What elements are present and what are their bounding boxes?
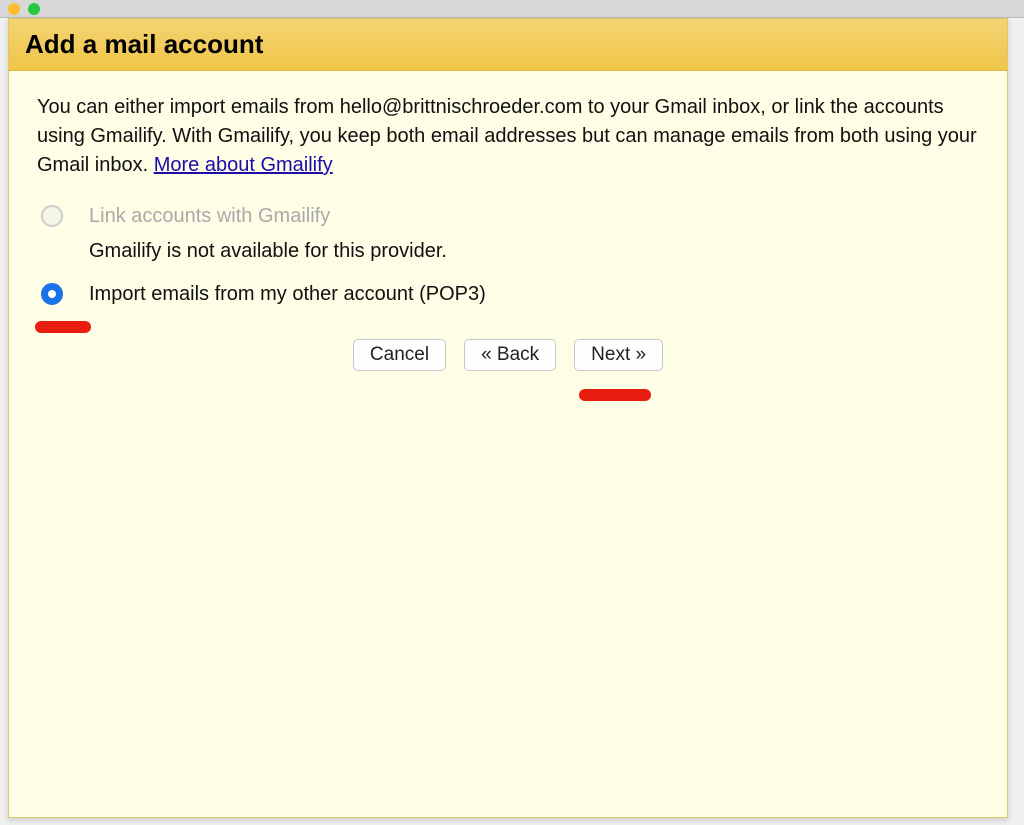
account-link-radio-group: Link accounts with Gmailify Gmailify is … [41,202,979,309]
intro-email: hello@brittnischroeder.com [340,96,583,118]
zoom-window-icon[interactable] [28,3,40,15]
annotation-highlight-radio [35,321,91,333]
dialog-body: You can either import emails from hello@… [9,71,1007,393]
radio-pop3-label: Import emails from my other account (POP… [89,280,486,309]
more-about-gmailify-link[interactable]: More about Gmailify [154,154,333,176]
radio-gmailify-label: Link accounts with Gmailify [89,202,330,231]
add-mail-account-dialog: Add a mail account You can either import… [8,18,1008,818]
radio-gmailify-subtext: Gmailify is not available for this provi… [89,237,979,266]
minimize-window-icon[interactable] [8,3,20,15]
dialog-header: Add a mail account [9,19,1007,71]
radio-row-gmailify: Link accounts with Gmailify [41,202,979,231]
window-titlebar [0,0,1024,18]
dialog-title: Add a mail account [25,29,991,60]
intro-paragraph: You can either import emails from hello@… [37,93,979,180]
next-button[interactable]: Next » [574,339,663,371]
annotation-highlight-next [579,389,651,401]
back-button[interactable]: « Back [464,339,556,371]
radio-gmailify [41,205,63,227]
dialog-button-row: Cancel « Back Next » [37,339,979,371]
intro-text-prefix: You can either import emails from [37,96,340,118]
radio-pop3[interactable] [41,283,63,305]
cancel-button[interactable]: Cancel [353,339,446,371]
radio-row-pop3[interactable]: Import emails from my other account (POP… [41,280,979,309]
